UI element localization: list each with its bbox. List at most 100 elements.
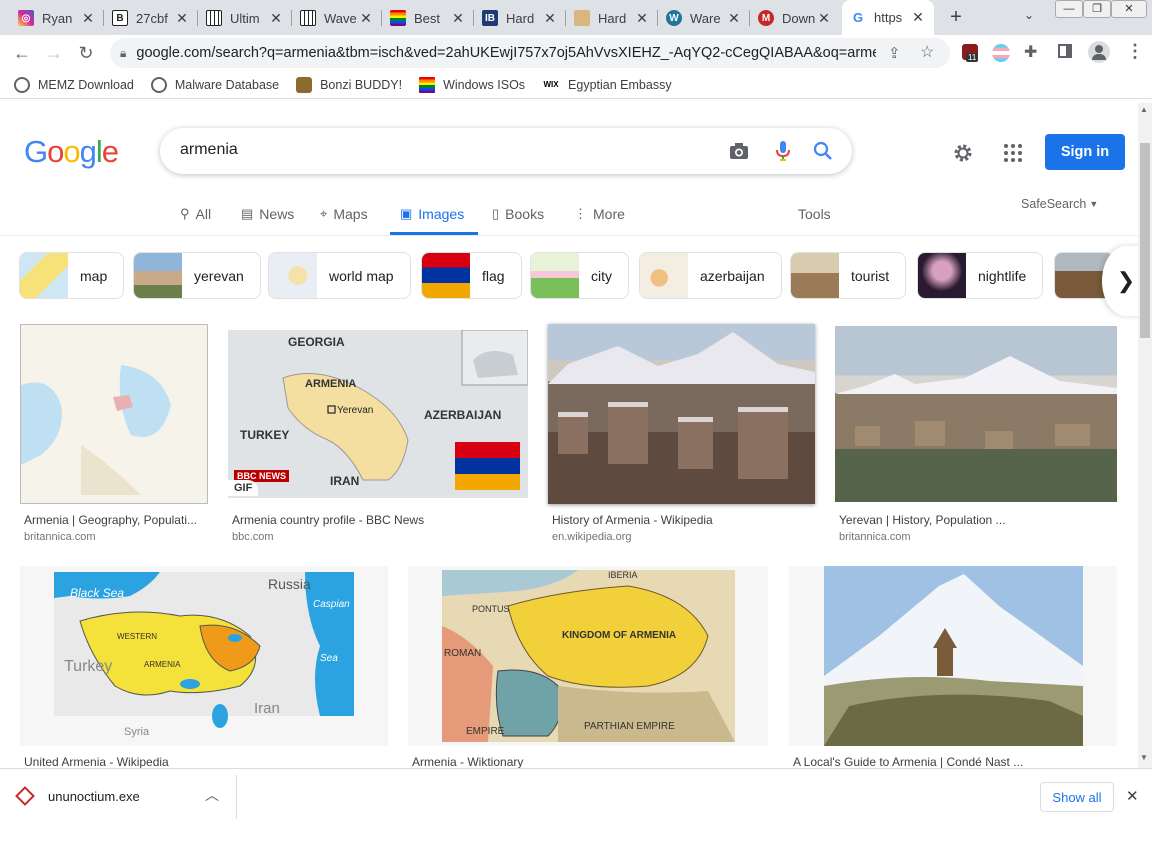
minimize-button[interactable]: — xyxy=(1055,0,1083,18)
browser-tab[interactable]: B 27cbf ✕ xyxy=(104,3,198,33)
search-icon[interactable] xyxy=(812,140,834,162)
bookmark-star-icon[interactable]: ☆ xyxy=(920,42,934,62)
image-result[interactable]: Armenia | Geography, Populati... britann… xyxy=(20,324,220,548)
chip-thumbnail xyxy=(640,253,688,298)
map-label: Russia xyxy=(268,576,311,592)
close-window-button[interactable]: ✕ xyxy=(1111,0,1147,18)
google-logo[interactable]: Google xyxy=(24,134,119,170)
profile-avatar-icon[interactable] xyxy=(1088,41,1110,63)
chevron-up-icon[interactable]: ︿ xyxy=(205,785,219,805)
search-input[interactable]: armenia xyxy=(180,141,238,159)
image-result[interactable]: Black Sea Russia Caspian Sea Turkey ARME… xyxy=(20,566,390,769)
image-result[interactable]: A Local's Guide to Armenia | Condé Nast … xyxy=(789,566,1119,769)
close-tab-icon[interactable]: ✕ xyxy=(634,10,650,27)
menu-dots-icon[interactable]: ⋮ xyxy=(1126,41,1144,62)
tab-maps[interactable]: ⌖ Maps xyxy=(320,204,368,224)
bookmark-memz[interactable]: MEMZ Download xyxy=(14,76,134,93)
close-tab-icon[interactable]: ✕ xyxy=(726,10,742,27)
close-download-bar-icon[interactable]: ✕ xyxy=(1126,787,1139,805)
new-tab-button[interactable]: + xyxy=(944,6,968,28)
image-result[interactable]: Yerevan | History, Population ... britan… xyxy=(835,326,1125,548)
close-tab-icon[interactable]: ✕ xyxy=(816,10,832,27)
chip-yerevan[interactable]: yerevan xyxy=(133,252,261,299)
forward-arrow-icon[interactable]: → xyxy=(40,39,68,67)
browser-tab[interactable]: W Ware ✕ xyxy=(658,3,750,33)
tab-title: Ware xyxy=(690,10,721,26)
browser-tab[interactable]: Hard ✕ xyxy=(566,3,658,33)
browser-tab-active[interactable]: G https ✕ xyxy=(842,0,934,35)
tab-more[interactable]: ⋮ More xyxy=(574,204,625,224)
search-box[interactable]: armenia xyxy=(160,128,852,174)
close-tab-icon[interactable]: ✕ xyxy=(910,9,926,26)
chip-nightlife[interactable]: nightlife xyxy=(917,252,1044,299)
result-source: britannica.com xyxy=(839,531,911,543)
settings-gear-icon[interactable] xyxy=(951,141,975,165)
tab-books[interactable]: ▯ Books xyxy=(492,204,544,224)
extension-shield-icon[interactable]: 11 xyxy=(962,44,979,62)
tab-images[interactable]: ▣ Images xyxy=(400,204,464,224)
map-label: ARMENIA xyxy=(144,660,181,669)
back-arrow-icon[interactable]: ← xyxy=(8,39,36,67)
browser-tab[interactable]: ◎ Ryan ✕ xyxy=(10,3,104,33)
side-panel-icon[interactable] xyxy=(1058,44,1072,58)
camera-icon[interactable] xyxy=(728,140,750,162)
reload-icon[interactable]: ↻ xyxy=(72,39,100,67)
scroll-up-icon[interactable]: ▲ xyxy=(1140,105,1148,114)
apps-grid-icon[interactable] xyxy=(1001,141,1025,165)
chip-label: world map xyxy=(329,267,394,284)
result-caption: Armenia country profile - BBC News xyxy=(232,513,425,527)
scroll-down-icon[interactable]: ▼ xyxy=(1140,753,1148,762)
chip-azerbaijan[interactable]: azerbaijan xyxy=(639,252,782,299)
tab-all[interactable]: ⚲ All xyxy=(180,204,211,224)
close-tab-icon[interactable]: ✕ xyxy=(450,10,466,27)
bookmark-bonzi-buddy[interactable]: Bonzi BUDDY! xyxy=(296,76,402,93)
bookmark-egyptian-embassy[interactable]: WIX Egyptian Embassy xyxy=(542,77,671,93)
bonzi-icon xyxy=(296,76,313,93)
page-scrollbar[interactable]: ▲ ▼ xyxy=(1138,103,1152,768)
result-caption: Armenia - Wiktionary xyxy=(412,755,524,769)
browser-tab[interactable]: Ultim ✕ xyxy=(198,3,292,33)
tab-search-chevron-icon[interactable]: ⌄ xyxy=(1024,8,1034,22)
microphone-icon[interactable] xyxy=(772,140,794,162)
chip-label: azerbaijan xyxy=(700,267,765,284)
download-item[interactable]: ununoctium.exe ︿ xyxy=(0,775,237,819)
sign-in-button[interactable]: Sign in xyxy=(1045,134,1125,170)
logo-letter: e xyxy=(101,134,119,169)
chip-label: nightlife xyxy=(978,267,1027,284)
extensions-puzzle-icon[interactable]: ✚ xyxy=(1024,42,1037,62)
tab-news[interactable]: ▤ News xyxy=(241,204,294,224)
restore-button[interactable]: ❐ xyxy=(1083,0,1111,18)
chip-tourist[interactable]: tourist xyxy=(790,252,907,299)
browser-tab[interactable]: Wave ✕ xyxy=(292,3,382,33)
bookmark-windows-isos[interactable]: Windows ISOs xyxy=(419,76,525,93)
close-tab-icon[interactable]: ✕ xyxy=(542,10,558,27)
piano-icon xyxy=(206,10,222,26)
b-icon: B xyxy=(112,10,128,26)
image-result[interactable]: GEORGIA ARMENIA Yerevan AZERBAIJAN TURKE… xyxy=(228,330,528,548)
browser-tab[interactable]: M Down ✕ xyxy=(750,3,840,33)
close-tab-icon[interactable]: ✕ xyxy=(358,10,374,27)
chip-city[interactable]: city xyxy=(530,252,629,299)
chip-thumbnail xyxy=(791,253,839,298)
show-all-button[interactable]: Show all xyxy=(1040,782,1114,812)
chip-world-map[interactable]: world map xyxy=(268,252,411,299)
trans-flag-extension-icon[interactable] xyxy=(992,44,1010,62)
browser-tab[interactable]: IB Hard ✕ xyxy=(474,3,566,33)
tab-label: News xyxy=(259,206,295,222)
chip-label: flag xyxy=(482,267,505,284)
close-tab-icon[interactable]: ✕ xyxy=(268,10,284,27)
image-result[interactable]: History of Armenia - Wikipedia en.wikipe… xyxy=(548,324,828,548)
tab-title: Ultim xyxy=(230,10,260,26)
safesearch-button[interactable]: SafeSearch ▼ xyxy=(1021,194,1098,214)
close-tab-icon[interactable]: ✕ xyxy=(174,10,190,27)
share-icon[interactable]: ⇪ xyxy=(888,44,901,62)
image-result[interactable]: KINGDOM OF ARMENIA PARTHIAN EMPIRE ROMAN… xyxy=(408,566,770,769)
browser-tab[interactable]: Best ✕ xyxy=(382,3,474,33)
close-tab-icon[interactable]: ✕ xyxy=(80,10,96,27)
scrollbar-thumb[interactable] xyxy=(1140,143,1150,338)
bookmark-malware-database[interactable]: Malware Database xyxy=(150,76,279,93)
chip-flag[interactable]: flag xyxy=(421,252,522,299)
tools-button[interactable]: Tools xyxy=(798,204,831,224)
chip-map[interactable]: map xyxy=(19,252,125,299)
address-bar[interactable]: 🔒︎ google.com/search?q=armenia&tbm=isch&… xyxy=(110,38,950,68)
